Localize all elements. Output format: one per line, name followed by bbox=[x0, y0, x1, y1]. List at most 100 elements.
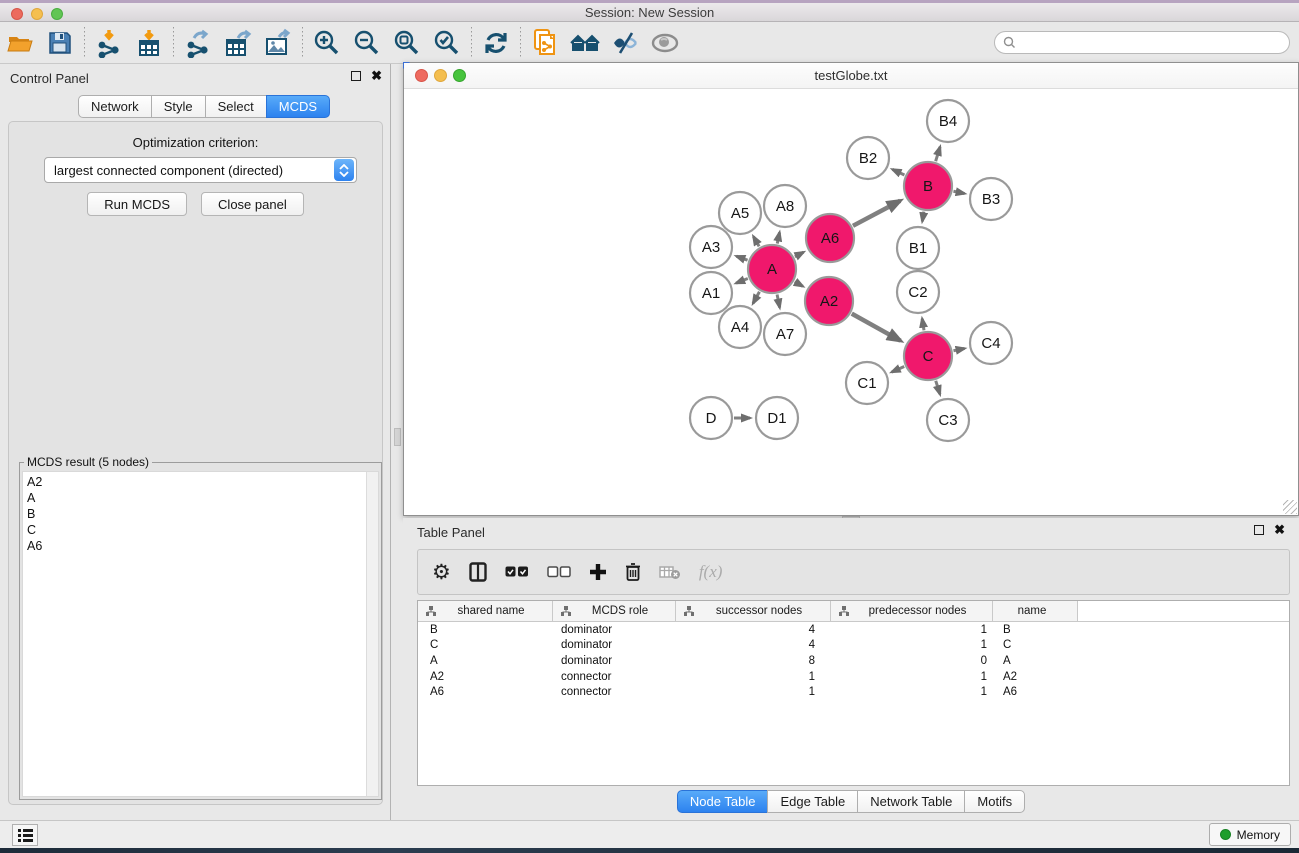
graph-node-A1[interactable]: A1 bbox=[690, 272, 732, 314]
graph-edge-A-A7[interactable] bbox=[777, 294, 780, 307]
mcds-result-item[interactable]: C bbox=[27, 522, 374, 538]
delete-table-button[interactable] bbox=[659, 557, 681, 587]
function-builder-button[interactable]: f(x) bbox=[699, 557, 723, 587]
graph-edge-B-B4[interactable] bbox=[936, 147, 940, 161]
float-table-panel-icon[interactable] bbox=[1254, 525, 1264, 535]
memory-button[interactable]: Memory bbox=[1209, 823, 1291, 846]
toolbar-search-field[interactable] bbox=[994, 31, 1290, 54]
zoom-in-button[interactable] bbox=[307, 26, 347, 60]
tab-style[interactable]: Style bbox=[151, 95, 206, 118]
close-panel-button[interactable]: Close panel bbox=[201, 192, 304, 216]
graph-node-A7[interactable]: A7 bbox=[764, 313, 806, 355]
graph-edge-B-B1[interactable] bbox=[922, 212, 924, 222]
zoom-out-button[interactable] bbox=[347, 26, 387, 60]
graph-node-A[interactable]: A bbox=[748, 245, 796, 293]
criterion-dropdown[interactable]: largest connected component (directed) bbox=[44, 157, 357, 183]
graph-edge-A2-C[interactable] bbox=[852, 314, 901, 341]
graph-node-A2[interactable]: A2 bbox=[805, 277, 853, 325]
tab-node-table[interactable]: Node Table bbox=[677, 790, 769, 813]
float-panel-icon[interactable] bbox=[351, 71, 361, 81]
graph-node-A3[interactable]: A3 bbox=[690, 226, 732, 268]
graph-node-C1[interactable]: C1 bbox=[846, 362, 888, 404]
refresh-button[interactable] bbox=[476, 26, 516, 60]
search-input[interactable] bbox=[1016, 35, 1281, 50]
graph-node-D1[interactable]: D1 bbox=[756, 397, 798, 439]
graph-edge-C-C2[interactable] bbox=[922, 319, 924, 331]
graph-node-A5[interactable]: A5 bbox=[719, 192, 761, 234]
graph-node-B1[interactable]: B1 bbox=[897, 227, 939, 269]
first-neighbors-button[interactable] bbox=[565, 26, 605, 60]
mcds-scrollbar[interactable] bbox=[366, 472, 378, 796]
network-canvas[interactable]: B4B2BB3A8A5A6B1A3AC2A1A2A4A7C4CC1C3DD1 bbox=[404, 89, 1298, 515]
graph-node-B3[interactable]: B3 bbox=[970, 178, 1012, 220]
graph-edge-C-C3[interactable] bbox=[936, 381, 940, 394]
table-row[interactable]: Cdominator41C bbox=[418, 638, 1289, 654]
graph-node-A4[interactable]: A4 bbox=[719, 306, 761, 348]
table-row[interactable]: Bdominator41B bbox=[418, 622, 1289, 638]
graph-edge-A-A6[interactable] bbox=[795, 252, 804, 257]
graph-edge-A-A5[interactable] bbox=[753, 236, 759, 246]
graph-node-B2[interactable]: B2 bbox=[847, 137, 889, 179]
graph-node-D[interactable]: D bbox=[690, 397, 732, 439]
tab-mcds[interactable]: MCDS bbox=[266, 95, 330, 118]
graph-edge-A-A3[interactable] bbox=[736, 256, 747, 260]
task-history-button[interactable] bbox=[12, 824, 38, 846]
graph-node-C4[interactable]: C4 bbox=[970, 322, 1012, 364]
graph-node-C3[interactable]: C3 bbox=[927, 399, 969, 441]
export-table-button[interactable] bbox=[218, 26, 258, 60]
column-header-shared-name[interactable]: shared name bbox=[418, 601, 553, 621]
graph-edge-A-A8[interactable] bbox=[777, 232, 779, 243]
table-row[interactable]: A2connector11A2 bbox=[418, 669, 1289, 685]
graph-node-A6[interactable]: A6 bbox=[806, 214, 854, 262]
column-header-successor-nodes[interactable]: successor nodes bbox=[676, 601, 831, 621]
graph-edge-B-B3[interactable] bbox=[953, 191, 964, 193]
mcds-result-item[interactable]: A2 bbox=[27, 474, 374, 490]
graph-edge-A-A2[interactable] bbox=[795, 282, 803, 287]
graph-edge-A-A4[interactable] bbox=[753, 292, 759, 304]
open-session-button[interactable] bbox=[0, 26, 40, 60]
split-divider-handle[interactable] bbox=[394, 428, 401, 446]
show-all-button[interactable] bbox=[645, 26, 685, 60]
close-table-panel-icon[interactable]: ✖ bbox=[1274, 525, 1285, 535]
tab-motifs[interactable]: Motifs bbox=[964, 790, 1025, 813]
network-from-selection-button[interactable] bbox=[525, 26, 565, 60]
mcds-result-item[interactable]: A6 bbox=[27, 538, 374, 554]
graph-node-C[interactable]: C bbox=[904, 332, 952, 380]
import-table-button[interactable] bbox=[129, 26, 169, 60]
zoom-selected-button[interactable] bbox=[427, 26, 467, 60]
graph-node-A8[interactable]: A8 bbox=[764, 185, 806, 227]
graph-node-B4[interactable]: B4 bbox=[927, 100, 969, 142]
graph-edge-C-C4[interactable] bbox=[953, 348, 964, 350]
tab-edge-table[interactable]: Edge Table bbox=[767, 790, 858, 813]
save-session-button[interactable] bbox=[40, 26, 80, 60]
table-row[interactable]: Adominator80A bbox=[418, 653, 1289, 669]
hide-selected-button[interactable] bbox=[605, 26, 645, 60]
unselect-all-columns-button[interactable] bbox=[547, 557, 571, 587]
create-column-button[interactable] bbox=[589, 557, 607, 587]
mcds-result-item[interactable]: A bbox=[27, 490, 374, 506]
mcds-result-item[interactable]: B bbox=[27, 506, 374, 522]
tab-network[interactable]: Network bbox=[78, 95, 152, 118]
window-resize-grip[interactable] bbox=[1283, 500, 1297, 514]
graph-edge-C-C1[interactable] bbox=[892, 367, 905, 373]
graph-node-C2[interactable]: C2 bbox=[897, 271, 939, 313]
column-header-mcds-role[interactable]: MCDS role bbox=[553, 601, 676, 621]
show-columns-button[interactable] bbox=[469, 557, 487, 587]
column-header-name[interactable]: name bbox=[993, 601, 1078, 621]
graph-edge-B-B2[interactable] bbox=[892, 169, 904, 175]
export-image-button[interactable] bbox=[258, 26, 298, 60]
table-settings-button[interactable]: ⚙ bbox=[432, 557, 451, 587]
export-network-button[interactable] bbox=[178, 26, 218, 60]
zoom-fit-button[interactable] bbox=[387, 26, 427, 60]
tab-network-table[interactable]: Network Table bbox=[857, 790, 965, 813]
column-header-predecessor-nodes[interactable]: predecessor nodes bbox=[831, 601, 993, 621]
graph-edge-A-A1[interactable] bbox=[736, 279, 748, 284]
delete-column-button[interactable] bbox=[625, 557, 641, 587]
table-row[interactable]: A6connector11A6 bbox=[418, 684, 1289, 700]
select-all-columns-button[interactable] bbox=[505, 557, 529, 587]
close-panel-icon[interactable]: ✖ bbox=[371, 71, 382, 81]
import-network-button[interactable] bbox=[89, 26, 129, 60]
graph-edge-A6-B[interactable] bbox=[853, 201, 900, 226]
run-mcds-button[interactable]: Run MCDS bbox=[87, 192, 187, 216]
tab-select[interactable]: Select bbox=[205, 95, 267, 118]
